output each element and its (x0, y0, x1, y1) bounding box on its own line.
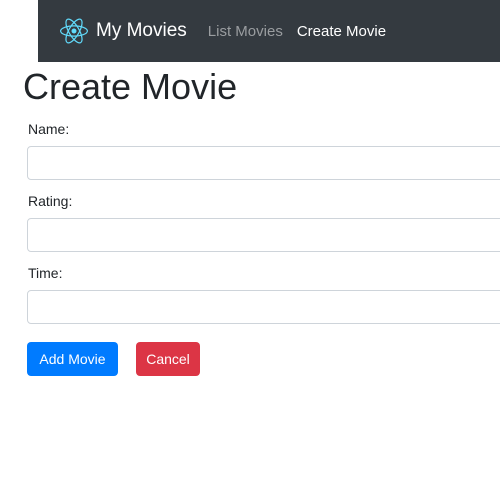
name-input[interactable] (27, 146, 500, 180)
rating-label: Rating: (28, 193, 73, 209)
time-label: Time: (28, 265, 63, 281)
nav-link-list-movies[interactable]: List Movies (208, 23, 283, 40)
nav-link-create-movie[interactable]: Create Movie (297, 23, 386, 40)
page-title: Create Movie (23, 66, 238, 107)
navbar: My Movies List Movies Create Movie (38, 0, 500, 62)
time-input[interactable] (27, 290, 500, 324)
brand-link[interactable]: My Movies (60, 17, 187, 45)
name-label: Name: (28, 121, 70, 137)
brand-title: My Movies (96, 20, 187, 41)
react-atom-icon (60, 18, 88, 44)
rating-input[interactable] (27, 218, 500, 252)
add-movie-button[interactable]: Add Movie (27, 342, 118, 376)
cancel-button[interactable]: Cancel (136, 342, 200, 376)
